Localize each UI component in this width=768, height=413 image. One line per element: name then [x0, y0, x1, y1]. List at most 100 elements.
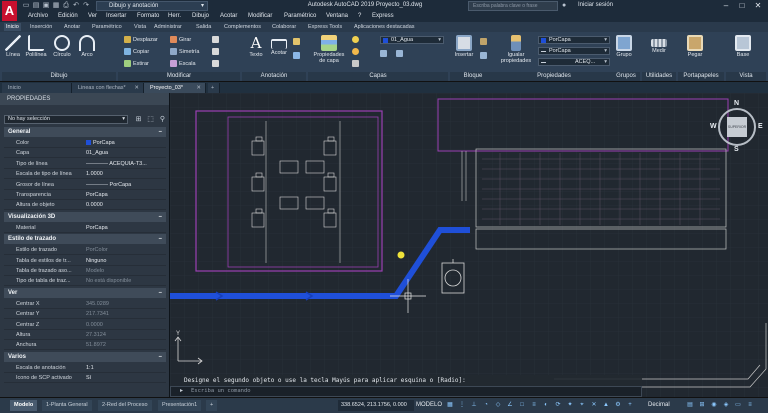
autocad-logo-button[interactable]: A	[2, 1, 17, 21]
view-panel-label[interactable]: Vista	[726, 72, 766, 81]
dimension-button[interactable]: Acotar	[268, 35, 290, 56]
polar-icon[interactable]: ◔	[482, 401, 490, 410]
dynamic-ucs-icon[interactable]: ⌖	[578, 401, 586, 410]
property-value[interactable]: 1.0000	[86, 169, 166, 179]
workspace-dropdown[interactable]: Dibujo y anotación ▾	[96, 1, 208, 11]
quick-select-icon[interactable]: ⚲	[158, 115, 167, 124]
property-row[interactable]: Tabla de estilos de tr... Ninguno	[4, 256, 166, 266]
line-button[interactable]: Línea	[3, 35, 23, 58]
menu-express[interactable]: Express	[372, 13, 394, 19]
tab-complementos[interactable]: Complementos	[222, 23, 263, 31]
collapse-icon[interactable]: –	[159, 234, 162, 244]
compass-east[interactable]: E	[758, 123, 763, 130]
selection-dropdown[interactable]: No hay selección ▾	[4, 115, 128, 124]
object-snap-tracking-icon[interactable]: ∠	[506, 401, 514, 410]
trim-button[interactable]	[212, 36, 221, 43]
compass-north[interactable]: N	[734, 100, 739, 107]
tab-administrar[interactable]: Administrar	[152, 23, 184, 31]
undo-icon[interactable]: ↶	[72, 2, 80, 10]
clean-screen-icon[interactable]: ▭	[734, 401, 742, 410]
select-objects-icon[interactable]: ⬚	[146, 115, 155, 124]
lineweight-dropdown[interactable]: PorCapa ▾	[538, 47, 610, 55]
search-input[interactable]: Escriba palabra clave o frase	[468, 1, 558, 11]
annotation-scale-icon[interactable]: ✕	[590, 401, 598, 410]
close-tab-icon[interactable]: ✕	[196, 83, 201, 93]
compass-west[interactable]: W	[710, 123, 717, 130]
annotation-panel-label[interactable]: Anotación	[242, 72, 306, 81]
lineweight-icon[interactable]: ≡	[530, 401, 538, 410]
match-properties-button[interactable]: Igualar propiedades	[498, 35, 534, 64]
tab-anotar[interactable]: Anotar	[62, 23, 82, 31]
object-snap-icon[interactable]: □	[518, 401, 526, 410]
transparency-icon[interactable]: ◐	[542, 401, 550, 410]
redo-icon[interactable]: ↷	[82, 2, 90, 10]
modify-panel-label[interactable]: Modificar	[118, 72, 240, 81]
save-as-icon[interactable]: ▦	[52, 2, 60, 10]
property-value[interactable]: Ninguno	[86, 256, 166, 266]
draw-panel-label[interactable]: Dibujo	[2, 72, 116, 81]
tab-parametrico[interactable]: Paramétrico	[90, 23, 124, 31]
maximize-button[interactable]: □	[734, 1, 750, 11]
menu-insertar[interactable]: Insertar	[106, 13, 126, 19]
annotation-visibility-icon[interactable]: ▲	[602, 401, 610, 410]
3d-osnap-icon[interactable]: ✦	[566, 401, 574, 410]
toggle-pickadd-icon[interactable]: ⊞	[134, 115, 143, 124]
fillet-button[interactable]	[212, 48, 221, 55]
quick-properties-icon[interactable]: ▤	[686, 401, 694, 410]
section-header[interactable]: Estilo de trazado –	[4, 234, 166, 245]
hardware-acceleration-icon[interactable]: ◈	[722, 401, 730, 410]
collapse-icon[interactable]: –	[159, 288, 162, 298]
menu-modificar[interactable]: Modificar	[248, 13, 272, 19]
drawing-svg[interactable]: Y	[170, 93, 768, 397]
menu-ayuda[interactable]: ?	[358, 13, 361, 19]
properties-panel-label[interactable]: Propiedades	[496, 72, 612, 81]
property-row[interactable]: Tipo de tabla de traz... No está disponib…	[4, 276, 166, 287]
plot-icon[interactable]: ⎙	[62, 2, 70, 10]
tab-aplicaciones-destacadas[interactable]: Aplicaciones destacadas	[352, 23, 417, 31]
sign-in-link[interactable]: Iniciar sesión	[578, 2, 613, 8]
table-button[interactable]	[293, 52, 302, 59]
menu-parametrico[interactable]: Paramétrico	[284, 13, 316, 19]
menu-edicion[interactable]: Edición	[58, 13, 78, 19]
property-row[interactable]: Material PorCapa	[4, 223, 166, 233]
isolate-objects-icon[interactable]: ◉	[710, 401, 718, 410]
section-header[interactable]: General –	[4, 127, 166, 137]
linetype-dropdown[interactable]: ACEQ... ▾	[538, 58, 610, 66]
mirror-button[interactable]: Simetría	[170, 48, 199, 55]
leader-button[interactable]	[293, 38, 302, 45]
property-value[interactable]: ———— PorCapa	[86, 180, 166, 190]
stretch-button[interactable]: Estirar	[124, 60, 149, 67]
property-row[interactable]: Anchura 51.8972	[4, 340, 166, 351]
property-row[interactable]: Centrar Y 217.7341	[4, 309, 166, 320]
group-button[interactable]: Grupo	[614, 35, 634, 58]
edit-block-button[interactable]	[480, 52, 489, 59]
color-dropdown[interactable]: PorCapa ▾	[538, 36, 610, 44]
annotation-monitor-icon[interactable]: +	[626, 401, 634, 410]
layout-tab-planta-general[interactable]: 1-Planta General	[42, 400, 92, 411]
close-button[interactable]: ✕	[750, 1, 766, 11]
polyline-button[interactable]: Polilínea	[24, 35, 48, 58]
file-tab-proyecto[interactable]: Proyecto_03* ✕	[144, 83, 206, 93]
selection-cycling-icon[interactable]: ⟳	[554, 401, 562, 410]
property-value[interactable]: PorCapa	[86, 190, 166, 200]
base-view-button[interactable]: Base	[732, 35, 754, 58]
copy-button[interactable]: Copiar	[124, 48, 149, 55]
section-header[interactable]: Visualización 3D –	[4, 211, 166, 222]
tab-vista[interactable]: Vista	[132, 23, 148, 31]
property-value[interactable]: PorColor	[86, 245, 166, 255]
menu-ver[interactable]: Ver	[88, 13, 97, 19]
array-button[interactable]	[212, 60, 221, 67]
create-block-button[interactable]	[480, 38, 489, 45]
property-row[interactable]: Transparencia PorCapa	[4, 190, 166, 200]
match-layer-button[interactable]	[396, 50, 405, 57]
layer-dropdown[interactable]: 01_Agua ▾	[380, 36, 444, 44]
property-row[interactable]: Altura 27.3124	[4, 330, 166, 340]
scale-button[interactable]: Escala	[170, 60, 196, 67]
menu-formato[interactable]: Formato	[137, 13, 159, 19]
file-tab-lineas[interactable]: Lineas con flechas* ✕	[72, 83, 144, 93]
drawing-canvas[interactable]: Y	[170, 93, 768, 397]
paste-button[interactable]: Pegar	[684, 35, 706, 58]
grid-icon[interactable]: ▦	[446, 401, 454, 410]
workspace-switch-icon[interactable]: ⚙	[614, 401, 622, 410]
move-button[interactable]: Desplazar	[124, 36, 158, 43]
